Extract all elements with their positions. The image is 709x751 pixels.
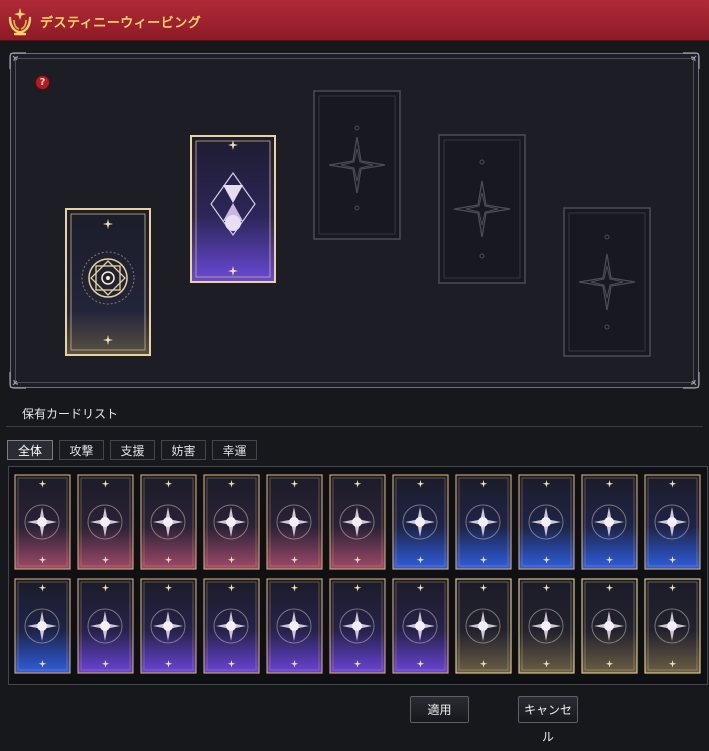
witch-icon: [339, 608, 375, 644]
section-divider: [6, 426, 703, 427]
horned-emblem-icon: [528, 608, 564, 644]
lion-icon: [24, 504, 60, 540]
sun-icon: [213, 504, 249, 540]
inventory-card[interactable]: [140, 474, 197, 570]
window-title: デスティニーウィービング: [40, 16, 202, 31]
inventory-card[interactable]: [14, 578, 71, 674]
inventory-card[interactable]: [392, 578, 449, 674]
board-slot-5-empty[interactable]: [563, 207, 651, 357]
sun-orb-icon: [465, 608, 501, 644]
cancel-button[interactable]: キャンセル: [518, 696, 578, 744]
compass-star-icon: [578, 253, 636, 311]
tab-attack[interactable]: 攻撃: [59, 440, 104, 460]
lovers-icon: [528, 504, 564, 540]
board-slot-4-empty[interactable]: [438, 134, 526, 284]
corner-ornament-icon: [683, 372, 700, 389]
inventory-card[interactable]: [203, 474, 260, 570]
inventory-card[interactable]: [392, 474, 449, 570]
compass-star-icon: [328, 136, 386, 194]
tower-icon: [24, 608, 60, 644]
crossed-tools-icon: [213, 608, 249, 644]
hands-star-icon: [8, 8, 32, 36]
tab-disrupt[interactable]: 妨害: [161, 440, 206, 460]
inventory-card[interactable]: [644, 474, 701, 570]
hermit-icon: [276, 608, 312, 644]
dharma-wheel-icon: [591, 608, 627, 644]
tab-support[interactable]: 支援: [110, 440, 155, 460]
help-icon[interactable]: ?: [35, 75, 50, 90]
moon-icon: [654, 504, 690, 540]
inventory-card[interactable]: [644, 578, 701, 674]
lion-face-icon: [150, 504, 186, 540]
star-icon: [654, 608, 690, 644]
horn-icon: [339, 504, 375, 540]
compass-star-icon: [453, 180, 511, 238]
inventory-card[interactable]: [203, 578, 260, 674]
tab-luck[interactable]: 幸運: [212, 440, 257, 460]
board-slot-1[interactable]: [64, 207, 152, 357]
board-slot-2[interactable]: [189, 134, 277, 284]
wreath-star-icon: [150, 608, 186, 644]
corner-ornament-icon: [683, 52, 700, 69]
tab-all[interactable]: 全体: [7, 440, 53, 460]
scales-icon: [276, 504, 312, 540]
corner-ornament-icon: [9, 52, 26, 69]
corner-ornament-icon: [9, 372, 26, 389]
inventory-card[interactable]: [455, 578, 512, 674]
hourglass-icon: [210, 171, 256, 237]
dharma-wheel-icon: [81, 251, 135, 305]
inventory-card[interactable]: [266, 474, 323, 570]
inventory-card[interactable]: [77, 578, 134, 674]
owned-card-list-label: 保有カードリスト: [22, 407, 119, 421]
inventory-card[interactable]: [140, 578, 197, 674]
title-bar: デスティニーウィービング: [0, 0, 709, 41]
board-slot-3-empty[interactable]: [313, 90, 401, 240]
inventory-card[interactable]: [518, 474, 575, 570]
apply-button[interactable]: 適用: [410, 696, 469, 723]
inventory-card[interactable]: [581, 474, 638, 570]
inventory-card[interactable]: [266, 578, 323, 674]
queen-icon: [87, 504, 123, 540]
chariot-icon: [591, 504, 627, 540]
inventory-card[interactable]: [329, 578, 386, 674]
elephant-god-icon: [402, 504, 438, 540]
king-icon: [465, 504, 501, 540]
hourglass-icon: [87, 608, 123, 644]
inventory-card[interactable]: [14, 474, 71, 570]
inventory-card[interactable]: [518, 578, 575, 674]
inventory-card[interactable]: [77, 474, 134, 570]
inventory-card[interactable]: [455, 474, 512, 570]
moon-face-icon: [402, 608, 438, 644]
inventory-card[interactable]: [581, 578, 638, 674]
inventory-card[interactable]: [329, 474, 386, 570]
